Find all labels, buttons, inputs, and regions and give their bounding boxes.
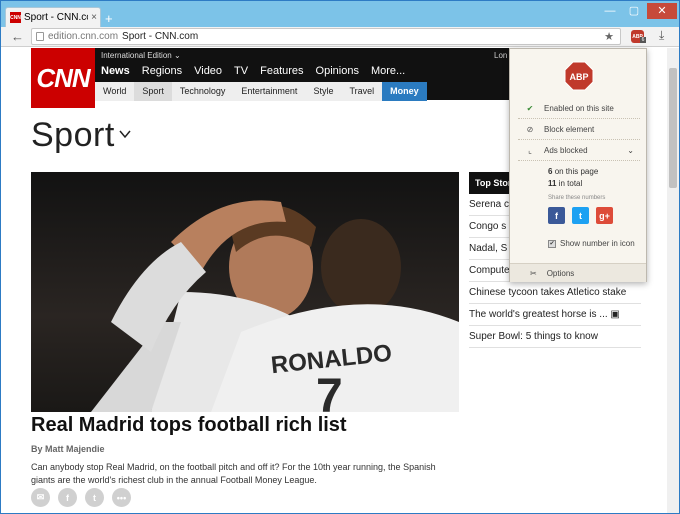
main-nav: News Regions Video TV Features Opinions …: [101, 65, 405, 77]
tools-icon: ✂: [530, 268, 537, 278]
show-number-label: Show number in icon: [560, 239, 635, 248]
story-link-label: The world's greatest horse is ...: [469, 309, 608, 320]
nav-video[interactable]: Video: [194, 65, 222, 77]
subnav-entertainment[interactable]: Entertainment: [233, 82, 306, 101]
email-share-icon[interactable]: ✉: [31, 488, 50, 507]
subnav-money[interactable]: Money: [382, 82, 427, 101]
edition-selector[interactable]: International Edition ⌄: [101, 51, 181, 60]
video-icon: ▣: [610, 309, 620, 320]
ads-blocked-label: Ads blocked: [544, 146, 588, 155]
nav-tv[interactable]: TV: [234, 65, 248, 77]
facebook-share-icon[interactable]: f: [58, 488, 77, 507]
share-numbers-label: Share these numbers: [548, 195, 606, 201]
cnn-favicon-icon: CNN: [10, 12, 21, 23]
browser-window: CNN Sport - CNN.com × + — ▢ ✕ ← edition.…: [0, 0, 680, 514]
checkmark-icon: ✔: [526, 104, 534, 113]
toolbar: ← edition.cnn.com Sport - CNN.com ★ ABP …: [1, 27, 679, 47]
adblock-plus-popup: ABP ✔ Enabled on this site ⊘ Block eleme…: [509, 48, 647, 282]
options-button[interactable]: ✂ Options: [510, 263, 646, 282]
page-count: 6: [548, 167, 553, 176]
subnav-style[interactable]: Style: [305, 82, 342, 101]
download-icon[interactable]: ⤓: [659, 28, 664, 43]
page-count-label: on this page: [554, 167, 599, 176]
total-count: 11: [548, 179, 557, 188]
block-icon: ⊘: [526, 125, 534, 134]
nav-regions[interactable]: Regions: [142, 65, 182, 77]
facebook-icon[interactable]: f: [548, 207, 565, 224]
story-link[interactable]: Chinese tycoon takes Atletico stake: [469, 282, 641, 304]
page-scrollbar[interactable]: [667, 48, 679, 513]
total-count-label: in total: [558, 179, 583, 188]
nav-opinions[interactable]: Opinions: [316, 65, 359, 77]
article-byline: By Matt Majendie: [31, 444, 105, 454]
twitter-share-icon[interactable]: t: [85, 488, 104, 507]
story-link[interactable]: Super Bowl: 5 things to know: [469, 326, 641, 348]
new-tab-icon[interactable]: +: [105, 11, 113, 26]
nav-more[interactable]: More...: [371, 65, 405, 77]
ad-count-badge: 6: [640, 37, 646, 43]
chart-icon: ⌞: [528, 146, 532, 155]
subnav-travel[interactable]: Travel: [341, 82, 383, 101]
url-title: Sport - CNN.com: [122, 31, 199, 42]
sub-nav: World Sport Technology Entertainment Sty…: [95, 82, 427, 101]
address-bar[interactable]: edition.cnn.com Sport - CNN.com ★: [31, 28, 621, 45]
enabled-on-site-toggle[interactable]: ✔ Enabled on this site: [518, 99, 640, 119]
hero-image[interactable]: RONALDO 7: [31, 172, 459, 412]
twitter-icon[interactable]: t: [572, 207, 589, 224]
subnav-technology[interactable]: Technology: [171, 82, 234, 101]
enabled-label: Enabled on this site: [544, 104, 614, 113]
abp-share-buttons: f t g+: [548, 207, 613, 224]
chevron-down-icon[interactable]: [119, 128, 131, 140]
abp-logo: ABP: [564, 61, 594, 91]
edition-label: International Edition: [101, 51, 172, 60]
jersey-number: 7: [316, 370, 343, 412]
share-buttons: ✉ f t •••: [31, 488, 131, 507]
story-link[interactable]: The world's greatest horse is ... ▣: [469, 304, 641, 326]
hero-photo: RONALDO 7: [91, 200, 459, 412]
nav-news[interactable]: News: [101, 65, 130, 77]
url-host: edition.cnn.com: [48, 31, 119, 42]
more-share-icon[interactable]: •••: [112, 488, 131, 507]
tab-title: Sport - CNN.com: [24, 12, 88, 23]
minimize-icon[interactable]: —: [599, 3, 621, 19]
ads-blocked-stats: 6 on this page 11 in total: [548, 167, 598, 191]
article-headline[interactable]: Real Madrid tops football rich list: [31, 414, 347, 437]
back-arrow-icon[interactable]: ←: [11, 29, 24, 44]
block-element-label: Block element: [544, 125, 595, 134]
page-icon: [36, 32, 44, 41]
bookmark-star-icon[interactable]: ★: [604, 30, 614, 43]
chevron-down-icon: ⌄: [627, 146, 634, 155]
section-title: Sport: [31, 116, 115, 154]
ads-blocked-toggle[interactable]: ⌞ Ads blocked ⌄: [518, 141, 640, 161]
options-label: Options: [546, 268, 575, 278]
tab-close-icon[interactable]: ×: [88, 12, 100, 23]
cnn-logo[interactable]: CNN: [31, 48, 95, 108]
close-window-icon[interactable]: ✕: [647, 3, 677, 19]
header-right-text: Lon: [494, 51, 508, 60]
maximize-icon[interactable]: ▢: [623, 3, 645, 19]
block-element-button[interactable]: ⊘ Block element: [518, 120, 640, 140]
title-bar: CNN Sport - CNN.com × + — ▢ ✕: [1, 1, 679, 27]
article-summary: Can anybody stop Real Madrid, on the foo…: [31, 462, 436, 485]
subnav-sport[interactable]: Sport: [134, 82, 172, 101]
google-plus-icon[interactable]: g+: [596, 207, 613, 224]
abp-logo-text: ABP: [569, 72, 588, 82]
scrollbar-thumb[interactable]: [669, 68, 677, 188]
checkbox-checked-icon[interactable]: ✔: [548, 239, 556, 248]
nav-features[interactable]: Features: [260, 65, 303, 77]
tab-cnn-sport[interactable]: CNN Sport - CNN.com ×: [5, 7, 101, 27]
subnav-world[interactable]: World: [95, 82, 135, 101]
show-number-checkbox[interactable]: ✔ Show number in icon: [548, 239, 635, 248]
